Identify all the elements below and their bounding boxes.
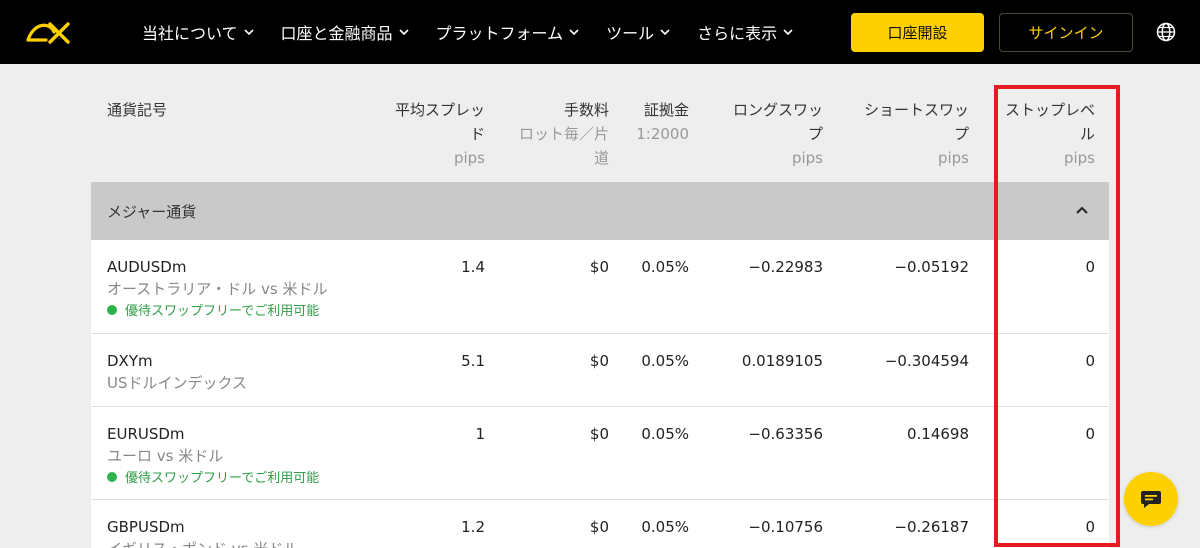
header-long-line1: ロングスワッ [732, 101, 823, 119]
header-commission: 手数料 ロット毎／片 道 [509, 98, 609, 170]
menu-about[interactable]: 当社について [142, 20, 254, 44]
header-stop-line2: ル [1079, 125, 1095, 143]
row-promo: 優待スワップフリーでご利用可能 [107, 300, 319, 319]
chevron-down-icon [243, 29, 254, 36]
menu-more-label: さらに表示 [697, 24, 778, 43]
row-symbol: AUDUSDm [107, 258, 187, 276]
chevron-down-icon [398, 29, 409, 36]
chevron-down-icon [783, 29, 793, 36]
header-commission-sub1: ロット毎／片 [518, 125, 609, 143]
row-spread: 1.4 [461, 258, 485, 276]
header-stop-level: ストップレベ ル pips [995, 98, 1095, 170]
instruments-table: 通貨記号 平均スプレッ ド pips 手数料 ロット毎／片 道 証拠金 1:20… [91, 64, 1109, 182]
header-short-line2: プ [953, 125, 969, 143]
row-short-swap: −0.304594 [884, 352, 969, 370]
row-symbol: EURUSDm [107, 425, 185, 443]
menu-about-label: 当社について [142, 24, 238, 43]
header-stop-unit: pips [1063, 149, 1095, 167]
chat-button[interactable] [1124, 472, 1178, 526]
row-description: ユーロ vs 米ドル [107, 447, 224, 465]
row-long-swap: −0.22983 [748, 258, 823, 276]
row-spread: 1.2 [461, 518, 485, 536]
header-short-swap: ショートスワッ プ pips [843, 98, 969, 170]
row-short-swap: −0.26187 [894, 518, 969, 536]
row-stop-level: 0 [1085, 425, 1095, 443]
chevron-up-icon[interactable] [1075, 203, 1089, 217]
menu-tools[interactable]: ツール [606, 20, 670, 44]
status-dot-icon [107, 471, 117, 482]
header-long-line2: プ [807, 125, 823, 143]
header-commission-label: 手数料 [563, 101, 609, 119]
menu-tools-label: ツール [606, 24, 655, 43]
table-row[interactable]: AUDUSDm オーストラリア・ドル vs 米ドル 優待スワップフリーでご利用可… [91, 240, 1109, 334]
row-stop-level: 0 [1085, 352, 1095, 370]
chevron-down-icon [660, 29, 670, 36]
menu-accounts[interactable]: 口座と金融商品 [281, 20, 409, 44]
header-margin: 証拠金 1:2000 [625, 98, 689, 146]
header-long-unit: pips [791, 149, 823, 167]
top-nav: 当社について 口座と金融商品 プラットフォーム ツール さらに表示 口座開設 サ… [0, 0, 1200, 64]
row-commission: $0 [589, 352, 609, 370]
row-short-swap: 0.14698 [906, 425, 969, 443]
table-row[interactable]: DXYm USドルインデックス 5.1 $0 0.05% 0.0189105 −… [91, 334, 1109, 407]
header-spread-line1: 平均スプレッ [394, 101, 485, 119]
chat-bubble-icon [1141, 491, 1161, 508]
chevron-down-icon [569, 29, 579, 36]
row-stop-level: 0 [1085, 258, 1095, 276]
row-promo-label: 優待スワップフリーでご利用可能 [125, 471, 320, 486]
header-commission-sub2: 道 [593, 149, 609, 167]
group-label: メジャー通貨 [107, 203, 197, 221]
row-margin: 0.05% [641, 518, 689, 536]
header-symbol-label: 通貨記号 [107, 101, 168, 119]
table-row[interactable]: GBPUSDm イギリス・ポンド vs 米ドル 1.2 $0 0.05% −0.… [91, 500, 1109, 548]
globe-icon[interactable] [1155, 21, 1177, 43]
row-spread: 1 [475, 425, 485, 443]
row-symbol: GBPUSDm [107, 518, 185, 536]
row-commission: $0 [589, 425, 609, 443]
row-commission: $0 [589, 258, 609, 276]
row-promo-label: 優待スワップフリーでご利用可能 [125, 304, 320, 319]
table-header: 通貨記号 平均スプレッ ド pips 手数料 ロット毎／片 道 証拠金 1:20… [91, 64, 1109, 182]
row-promo: 優待スワップフリーでご利用可能 [107, 467, 319, 486]
table-row[interactable]: EURUSDm ユーロ vs 米ドル 優待スワップフリーでご利用可能 1 $0 … [91, 407, 1109, 500]
exness-logo-icon[interactable] [24, 18, 72, 46]
row-spread: 5.1 [461, 352, 485, 370]
header-margin-sub: 1:2000 [636, 125, 689, 143]
row-description: USドルインデックス [107, 374, 248, 392]
group-major-currencies[interactable]: メジャー通貨 [91, 182, 1109, 240]
row-long-swap: −0.63356 [748, 425, 823, 443]
sign-in-button[interactable]: サインイン [999, 13, 1133, 52]
header-symbol: 通貨記号 [107, 98, 167, 122]
header-margin-label: 証拠金 [643, 101, 689, 119]
row-commission: $0 [589, 518, 609, 536]
header-short-line1: ショートスワッ [863, 101, 969, 119]
menu-platforms[interactable]: プラットフォーム [436, 20, 580, 44]
row-margin: 0.05% [641, 425, 689, 443]
row-stop-level: 0 [1085, 518, 1095, 536]
row-short-swap: −0.05192 [894, 258, 969, 276]
menu-platforms-label: プラットフォーム [435, 24, 564, 43]
row-long-swap: 0.0189105 [741, 352, 823, 370]
header-long-swap: ロングスワッ プ pips [711, 98, 823, 170]
table-body: AUDUSDm オーストラリア・ドル vs 米ドル 優待スワップフリーでご利用可… [91, 240, 1109, 548]
row-description: イギリス・ポンド vs 米ドル [107, 538, 298, 548]
header-spread: 平均スプレッ ド pips [387, 98, 485, 170]
row-long-swap: −0.10756 [748, 518, 823, 536]
main-menu: 当社について 口座と金融商品 プラットフォーム ツール さらに表示 [142, 0, 820, 64]
status-dot-icon [107, 304, 117, 315]
header-stop-line1: ストップレベ [1004, 101, 1095, 119]
row-symbol: DXYm [107, 352, 153, 370]
header-spread-unit: pips [453, 149, 485, 167]
menu-accounts-label: 口座と金融商品 [280, 24, 393, 43]
menu-more[interactable]: さらに表示 [697, 20, 793, 44]
header-short-unit: pips [937, 149, 969, 167]
row-description: オーストラリア・ドル vs 米ドル [107, 280, 328, 298]
open-account-button[interactable]: 口座開設 [851, 13, 984, 52]
row-margin: 0.05% [641, 352, 689, 370]
row-margin: 0.05% [641, 258, 689, 276]
header-spread-line2: ド [469, 125, 485, 143]
